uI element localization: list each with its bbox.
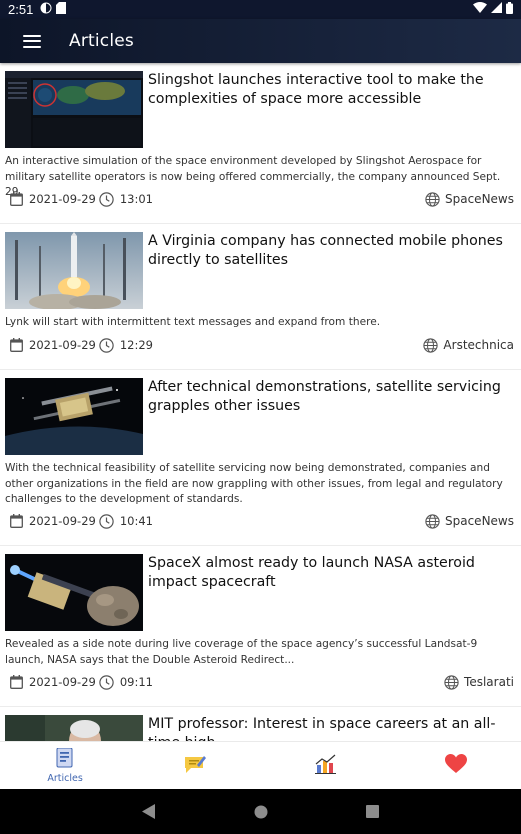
menu-button[interactable] — [0, 19, 64, 63]
article-card[interactable]: A Virginia company has connected mobile … — [0, 224, 521, 370]
back-button[interactable] — [139, 802, 159, 822]
article-time: 09:11 — [119, 675, 153, 689]
battery-icon — [506, 1, 513, 18]
article-time: 12:29 — [119, 338, 153, 352]
article-thumbnail — [5, 715, 143, 741]
hamburger-icon — [23, 34, 41, 48]
globe-icon — [424, 191, 440, 207]
article-card[interactable]: Slingshot launches interactive tool to m… — [0, 63, 521, 224]
article-title[interactable]: After technical demonstrations, satellit… — [148, 378, 507, 416]
article-list[interactable]: Slingshot launches interactive tool to m… — [0, 63, 521, 741]
nav-favorites[interactable] — [391, 742, 521, 789]
status-bar: 2:51 — [0, 0, 521, 19]
data-saver-icon — [40, 2, 52, 18]
clock-icon — [99, 337, 115, 353]
heart-icon — [444, 753, 467, 778]
calendar-icon — [8, 674, 24, 690]
nav-stats[interactable] — [261, 742, 391, 789]
home-button[interactable] — [251, 802, 271, 822]
sd-card-icon — [56, 1, 67, 18]
blog-icon — [184, 754, 207, 778]
article-thumbnail — [5, 71, 143, 148]
article-thumbnail — [5, 232, 143, 309]
article-title[interactable]: MIT professor: Interest in space careers… — [148, 715, 507, 741]
chart-icon — [314, 754, 337, 778]
article-title[interactable]: Slingshot launches interactive tool to m… — [148, 71, 507, 109]
article-card[interactable]: SpaceX almost ready to launch NASA aster… — [0, 546, 521, 707]
article-card[interactable]: After technical demonstrations, satellit… — [0, 370, 521, 546]
page-title: Articles — [69, 31, 134, 51]
article-title[interactable]: A Virginia company has connected mobile … — [148, 232, 507, 270]
article-date: 2021-09-29 — [29, 514, 96, 528]
source-name: SpaceNews — [445, 514, 514, 528]
source-name: Arstechnica — [443, 338, 514, 352]
source-name: SpaceNews — [445, 192, 514, 206]
article-source[interactable]: SpaceNews — [424, 191, 514, 207]
nav-articles-label: Articles — [47, 772, 83, 784]
article-source[interactable]: Teslarati — [443, 674, 514, 690]
article-source[interactable]: SpaceNews — [424, 513, 514, 529]
article-thumbnail — [5, 378, 143, 455]
back-triangle-icon — [141, 804, 155, 819]
article-date: 2021-09-29 — [29, 338, 96, 352]
calendar-icon — [8, 337, 24, 353]
article-card[interactable]: MIT professor: Interest in space careers… — [0, 707, 521, 741]
article-time: 10:41 — [119, 514, 153, 528]
article-date: 2021-09-29 — [29, 675, 96, 689]
article-summary: With the technical feasibility of satell… — [5, 462, 503, 505]
article-time: 13:01 — [119, 192, 153, 206]
globe-icon — [443, 674, 459, 690]
article-meta: 2021-09-29 13:01 SpaceNews — [8, 191, 514, 207]
article-meta: 2021-09-29 09:11 Teslarati — [8, 674, 514, 690]
recents-square-icon — [366, 805, 379, 818]
recents-button[interactable] — [363, 802, 383, 822]
home-circle-icon — [254, 805, 267, 818]
calendar-icon — [8, 191, 24, 207]
article-meta: 2021-09-29 10:41 SpaceNews — [8, 513, 514, 529]
article-thumbnail — [5, 554, 143, 631]
bottom-navigation: Articles — [0, 741, 521, 789]
article-date: 2021-09-29 — [29, 192, 96, 206]
source-name: Teslarati — [464, 675, 514, 689]
app-bar: Articles — [0, 19, 521, 63]
globe-icon — [422, 337, 438, 353]
clock-icon — [99, 191, 115, 207]
signal-icon — [491, 2, 502, 17]
wifi-icon — [473, 2, 487, 17]
calendar-icon — [8, 513, 24, 529]
article-summary: Revealed as a side note during live cove… — [5, 638, 478, 666]
status-time: 2:51 — [8, 2, 34, 17]
article-meta: 2021-09-29 12:29 Arstechnica — [8, 337, 514, 353]
clock-icon — [99, 674, 115, 690]
clock-icon — [99, 513, 115, 529]
nav-blogs[interactable] — [130, 742, 260, 789]
system-navigation-bar — [0, 789, 521, 834]
article-summary: Lynk will start with intermittent text m… — [5, 316, 381, 328]
article-title[interactable]: SpaceX almost ready to launch NASA aster… — [148, 554, 507, 592]
articles-icon — [56, 747, 74, 772]
article-source[interactable]: Arstechnica — [422, 337, 514, 353]
nav-articles[interactable]: Articles — [0, 742, 130, 789]
globe-icon — [424, 513, 440, 529]
